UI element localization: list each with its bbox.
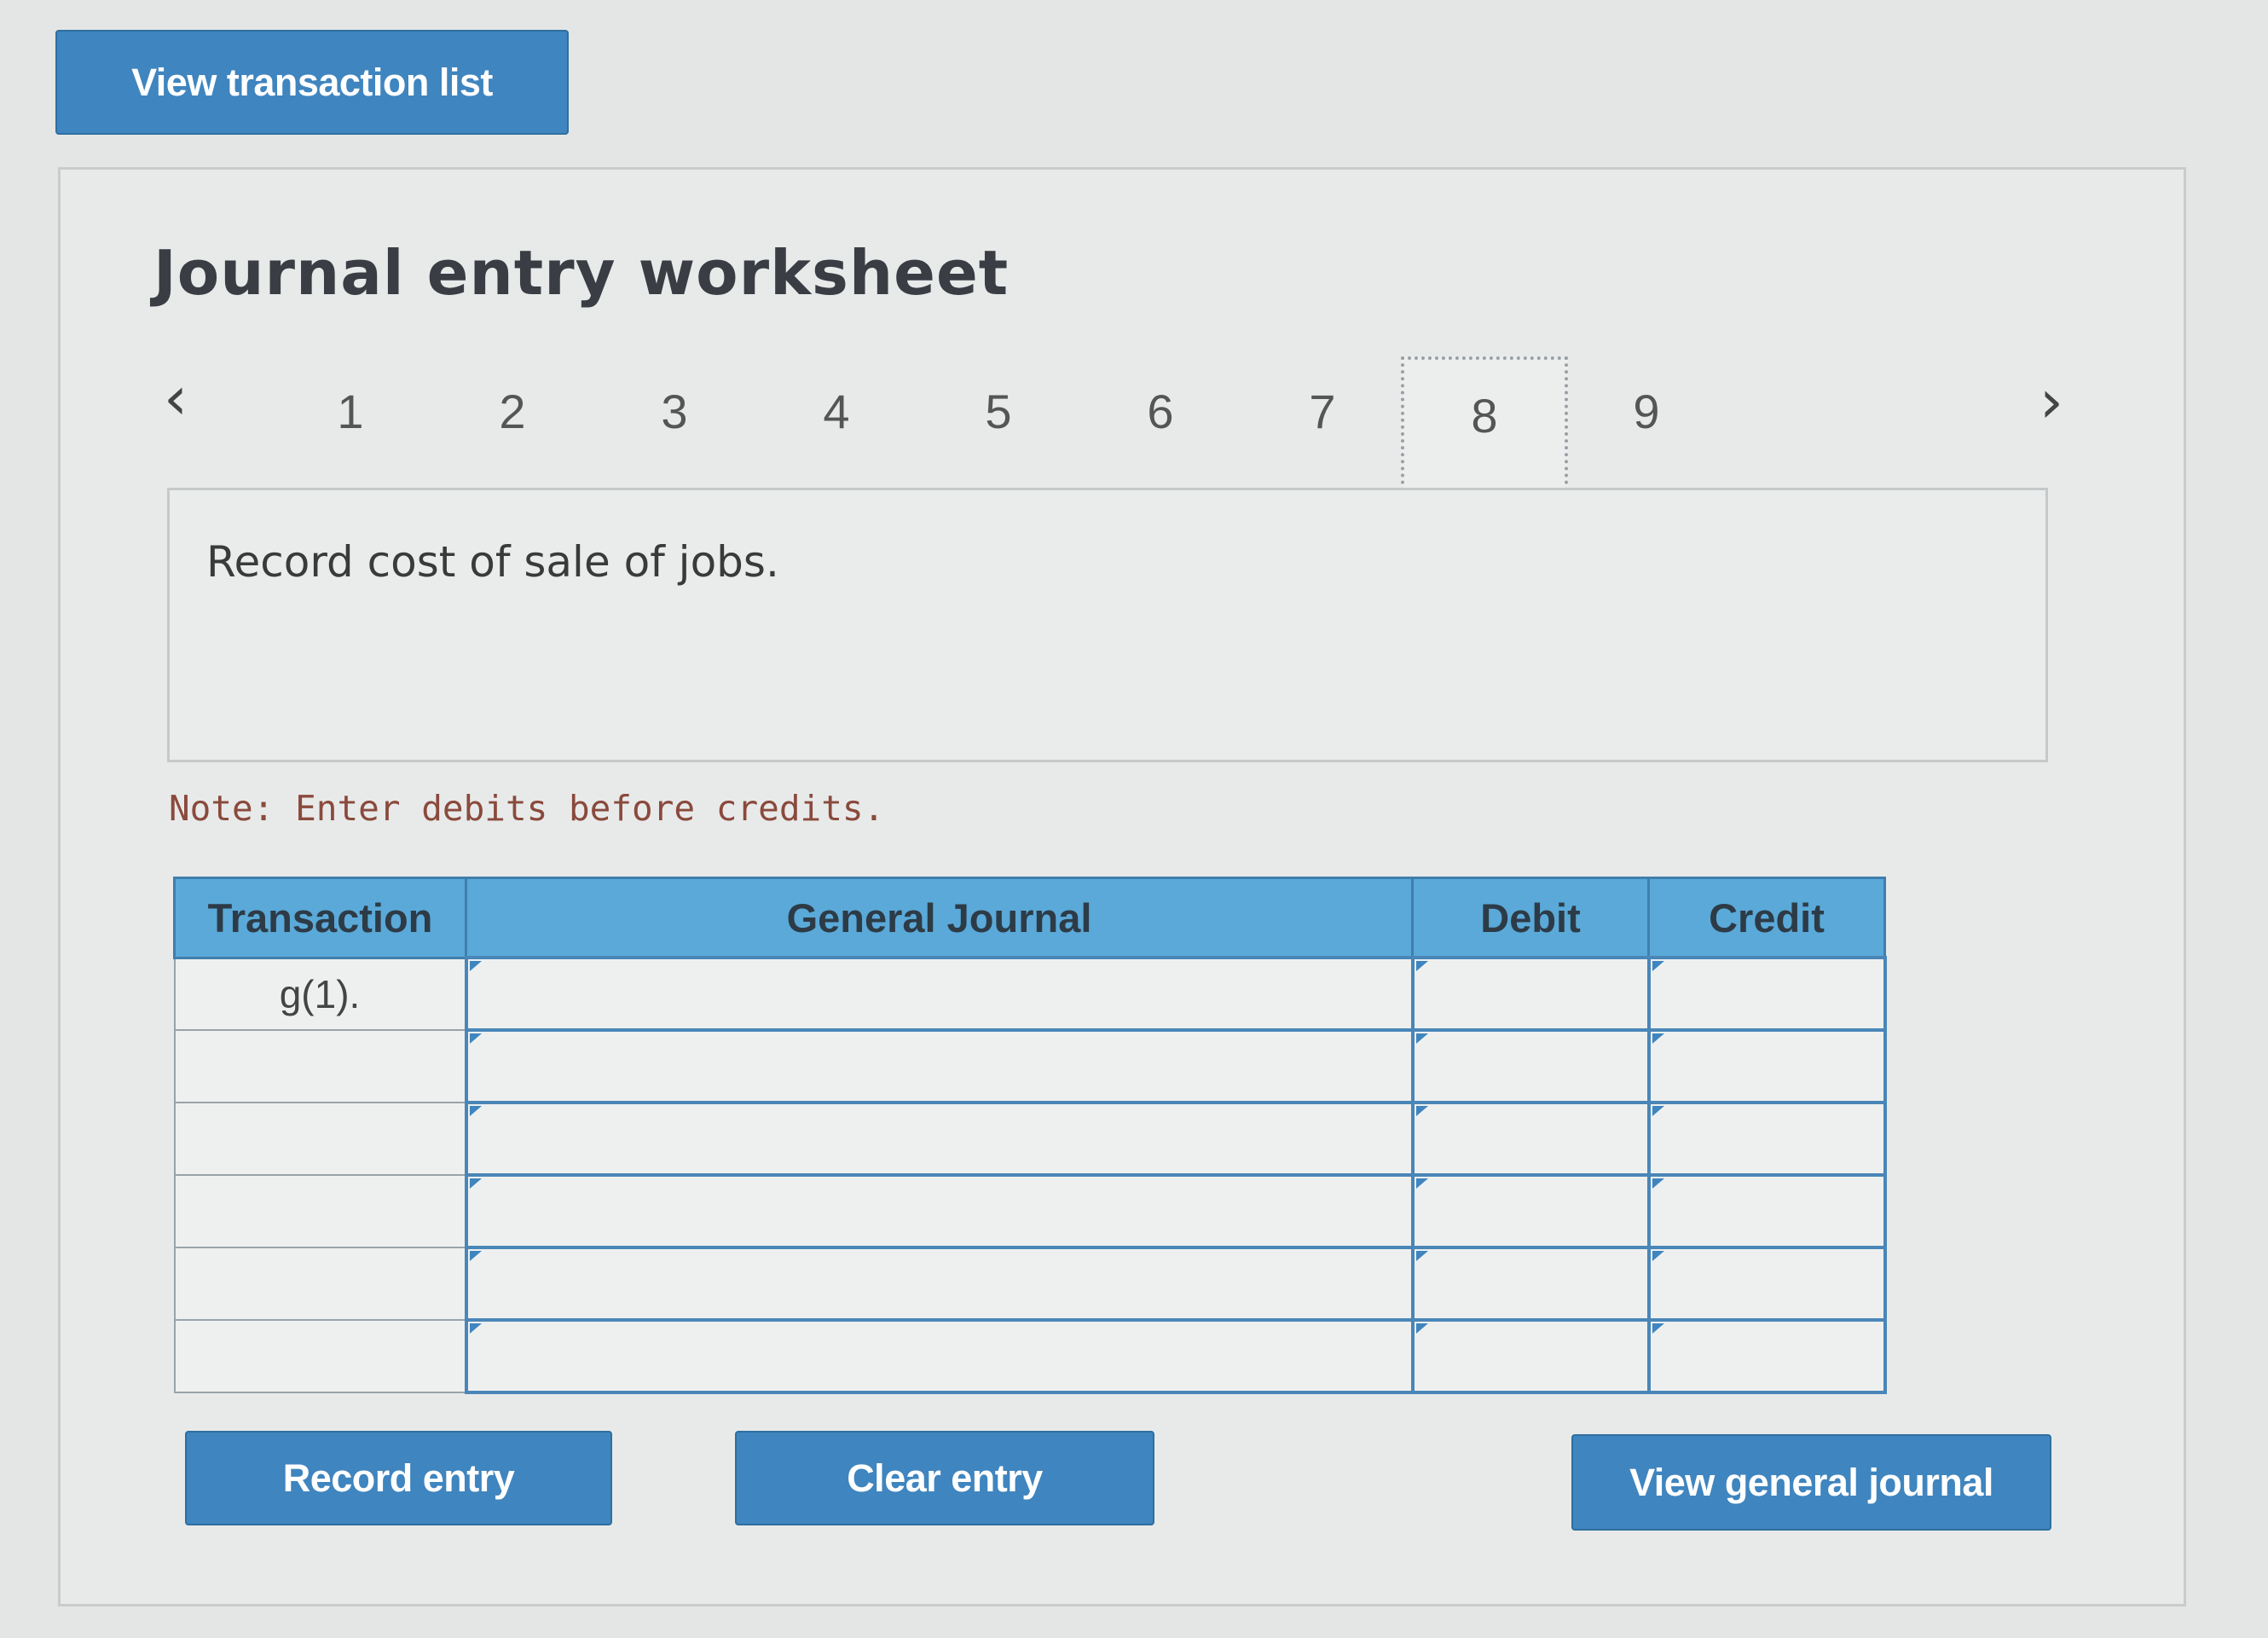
- page-tab-1[interactable]: 1: [312, 384, 389, 439]
- general-journal-value: [468, 959, 1411, 1028]
- chevron-left-icon[interactable]: ‹: [164, 368, 188, 428]
- chevron-right-icon[interactable]: ›: [2039, 372, 2063, 431]
- record-entry-button[interactable]: Record entry: [185, 1431, 612, 1525]
- credit-value: [1651, 1177, 1883, 1246]
- transaction-description-box: [167, 488, 2048, 762]
- page-tab-7[interactable]: 7: [1284, 384, 1361, 439]
- input-flag-icon: [1652, 1033, 1664, 1044]
- transaction-cell: [173, 1319, 467, 1393]
- debit-input[interactable]: [1410, 1318, 1651, 1394]
- transaction-cell: [173, 1102, 467, 1176]
- column-header-general-journal: General Journal: [465, 877, 1414, 959]
- view-general-journal-button[interactable]: View general journal: [1571, 1434, 2051, 1531]
- debit-input[interactable]: [1410, 1246, 1651, 1322]
- transaction-cell: [173, 1029, 467, 1103]
- table-row: [173, 1318, 1887, 1394]
- transaction-cell: [173, 1247, 467, 1321]
- page-tab-9[interactable]: 9: [1608, 384, 1685, 439]
- credit-input[interactable]: [1646, 1318, 1887, 1394]
- input-flag-icon: [1415, 1033, 1428, 1044]
- input-flag-icon: [1415, 1251, 1428, 1261]
- debit-value: [1415, 1104, 1647, 1173]
- table-row: [173, 1246, 1887, 1322]
- debit-value: [1415, 959, 1647, 1028]
- general-journal-value: [468, 1249, 1411, 1318]
- general-journal-value: [468, 1032, 1411, 1101]
- input-flag-icon: [1415, 1323, 1428, 1334]
- input-flag-icon: [1415, 1106, 1428, 1116]
- credit-input[interactable]: [1646, 956, 1887, 1032]
- table-row: [173, 1101, 1887, 1177]
- debit-input[interactable]: [1410, 956, 1651, 1032]
- page-tab-6[interactable]: 6: [1122, 384, 1199, 439]
- transaction-description: Record cost of sale of jobs.: [206, 537, 779, 587]
- entry-note: Note: Enter debits before credits.: [169, 788, 885, 829]
- table-row: [173, 1173, 1887, 1249]
- journal-entry-table: Transaction General Journal Debit Credit…: [173, 877, 1887, 1394]
- dropdown-flag-icon: [469, 1251, 482, 1261]
- general-journal-input[interactable]: [464, 1028, 1415, 1104]
- input-flag-icon: [1652, 1251, 1664, 1261]
- debit-value: [1415, 1177, 1647, 1246]
- debit-value: [1415, 1249, 1647, 1318]
- credit-value: [1651, 1032, 1883, 1101]
- input-flag-icon: [1415, 961, 1428, 971]
- dropdown-flag-icon: [469, 1106, 482, 1116]
- general-journal-value: [468, 1177, 1411, 1246]
- table-row: [173, 1028, 1887, 1104]
- credit-value: [1651, 1322, 1883, 1391]
- debit-input[interactable]: [1410, 1028, 1651, 1104]
- input-flag-icon: [1415, 1178, 1428, 1189]
- credit-input[interactable]: [1646, 1246, 1887, 1322]
- general-journal-input[interactable]: [464, 1318, 1415, 1394]
- transaction-cell: g(1).: [173, 957, 467, 1031]
- dropdown-flag-icon: [469, 1323, 482, 1334]
- dropdown-flag-icon: [469, 1033, 482, 1044]
- credit-value: [1651, 1104, 1883, 1173]
- general-journal-input[interactable]: [464, 1173, 1415, 1249]
- page-tab-3[interactable]: 3: [636, 384, 713, 439]
- input-flag-icon: [1652, 1178, 1664, 1189]
- input-flag-icon: [1652, 1106, 1664, 1116]
- debit-input[interactable]: [1410, 1173, 1651, 1249]
- credit-input[interactable]: [1646, 1173, 1887, 1249]
- column-header-transaction: Transaction: [173, 877, 467, 959]
- credit-input[interactable]: [1646, 1101, 1887, 1177]
- worksheet-title: Journal entry worksheet: [153, 237, 1010, 309]
- column-header-debit: Debit: [1411, 877, 1650, 959]
- general-journal-value: [468, 1322, 1411, 1391]
- dropdown-flag-icon: [469, 1178, 482, 1189]
- clear-entry-button[interactable]: Clear entry: [735, 1431, 1154, 1525]
- page-tab-8-active[interactable]: 8: [1401, 356, 1568, 498]
- general-journal-input[interactable]: [464, 956, 1415, 1032]
- table-row: g(1).: [173, 956, 1887, 1032]
- debit-value: [1415, 1032, 1647, 1101]
- input-flag-icon: [1652, 961, 1664, 971]
- credit-value: [1651, 959, 1883, 1028]
- general-journal-input[interactable]: [464, 1246, 1415, 1322]
- credit-input[interactable]: [1646, 1028, 1887, 1104]
- input-flag-icon: [1652, 1323, 1664, 1334]
- column-header-credit: Credit: [1647, 877, 1886, 959]
- transaction-cell: [173, 1174, 467, 1248]
- debit-value: [1415, 1322, 1647, 1391]
- page-tab-5[interactable]: 5: [960, 384, 1037, 439]
- page-tab-4[interactable]: 4: [798, 384, 875, 439]
- general-journal-input[interactable]: [464, 1101, 1415, 1177]
- general-journal-value: [468, 1104, 1411, 1173]
- debit-input[interactable]: [1410, 1101, 1651, 1177]
- credit-value: [1651, 1249, 1883, 1318]
- view-transaction-list-button[interactable]: View transaction list: [55, 30, 569, 135]
- page-tab-2[interactable]: 2: [474, 384, 551, 439]
- dropdown-flag-icon: [469, 961, 482, 971]
- table-header-row: Transaction General Journal Debit Credit: [173, 877, 1886, 959]
